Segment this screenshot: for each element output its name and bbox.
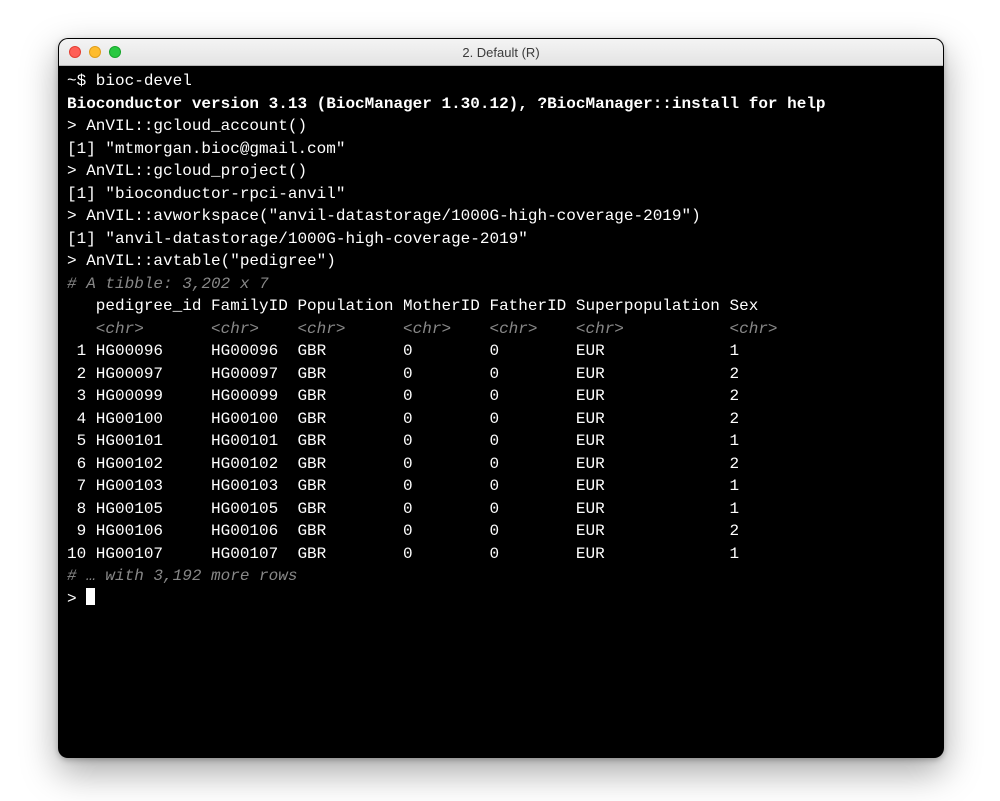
table-column-header: pedigree_id FamilyID Population MotherID… <box>67 297 758 315</box>
table-type-row: <chr> <chr> <chr> <chr> <chr> <chr> <chr… <box>67 320 778 338</box>
tibble-header: # A tibble: 3,202 x 7 <box>67 275 269 293</box>
terminal-content[interactable]: ~$ bioc-devel Bioconductor version 3.13 … <box>59 66 943 757</box>
table-row: 10 HG00107 HG00107 GBR 0 0 EUR 1 <box>67 545 739 563</box>
table-row: 2 HG00097 HG00097 GBR 0 0 EUR 2 <box>67 365 739 383</box>
r-prompt: > <box>67 590 86 608</box>
out-avworkspace: [1] "anvil-datastorage/1000G-high-covera… <box>67 230 528 248</box>
table-row: 7 HG00103 HG00103 GBR 0 0 EUR 1 <box>67 477 739 495</box>
traffic-lights <box>59 46 121 58</box>
cmd-avworkspace: > AnVIL::avworkspace("anvil-datastorage/… <box>67 207 701 225</box>
cmd-gcloud-project: > AnVIL::gcloud_project() <box>67 162 307 180</box>
window-title: 2. Default (R) <box>59 45 943 60</box>
cursor-icon <box>86 588 95 605</box>
close-icon[interactable] <box>69 46 81 58</box>
table-row: 9 HG00106 HG00106 GBR 0 0 EUR 2 <box>67 522 739 540</box>
table-row: 4 HG00100 HG00100 GBR 0 0 EUR 2 <box>67 410 739 428</box>
shell-prompt-line: ~$ bioc-devel <box>67 72 192 90</box>
zoom-icon[interactable] <box>109 46 121 58</box>
out-gcloud-account: [1] "mtmorgan.bioc@gmail.com" <box>67 140 345 158</box>
terminal-window: 2. Default (R) ~$ bioc-devel Bioconducto… <box>58 38 944 758</box>
table-row: 6 HG00102 HG00102 GBR 0 0 EUR 2 <box>67 455 739 473</box>
table-row: 1 HG00096 HG00096 GBR 0 0 EUR 1 <box>67 342 739 360</box>
table-row: 8 HG00105 HG00105 GBR 0 0 EUR 1 <box>67 500 739 518</box>
out-gcloud-project: [1] "bioconductor-rpci-anvil" <box>67 185 345 203</box>
table-row: 3 HG00099 HG00099 GBR 0 0 EUR 2 <box>67 387 739 405</box>
table-row: 5 HG00101 HG00101 GBR 0 0 EUR 1 <box>67 432 739 450</box>
titlebar: 2. Default (R) <box>59 39 943 66</box>
bioc-version-line: Bioconductor version 3.13 (BiocManager 1… <box>67 95 826 113</box>
cmd-gcloud-account: > AnVIL::gcloud_account() <box>67 117 307 135</box>
tibble-more-rows: # … with 3,192 more rows <box>67 567 297 585</box>
minimize-icon[interactable] <box>89 46 101 58</box>
cmd-avtable: > AnVIL::avtable("pedigree") <box>67 252 336 270</box>
